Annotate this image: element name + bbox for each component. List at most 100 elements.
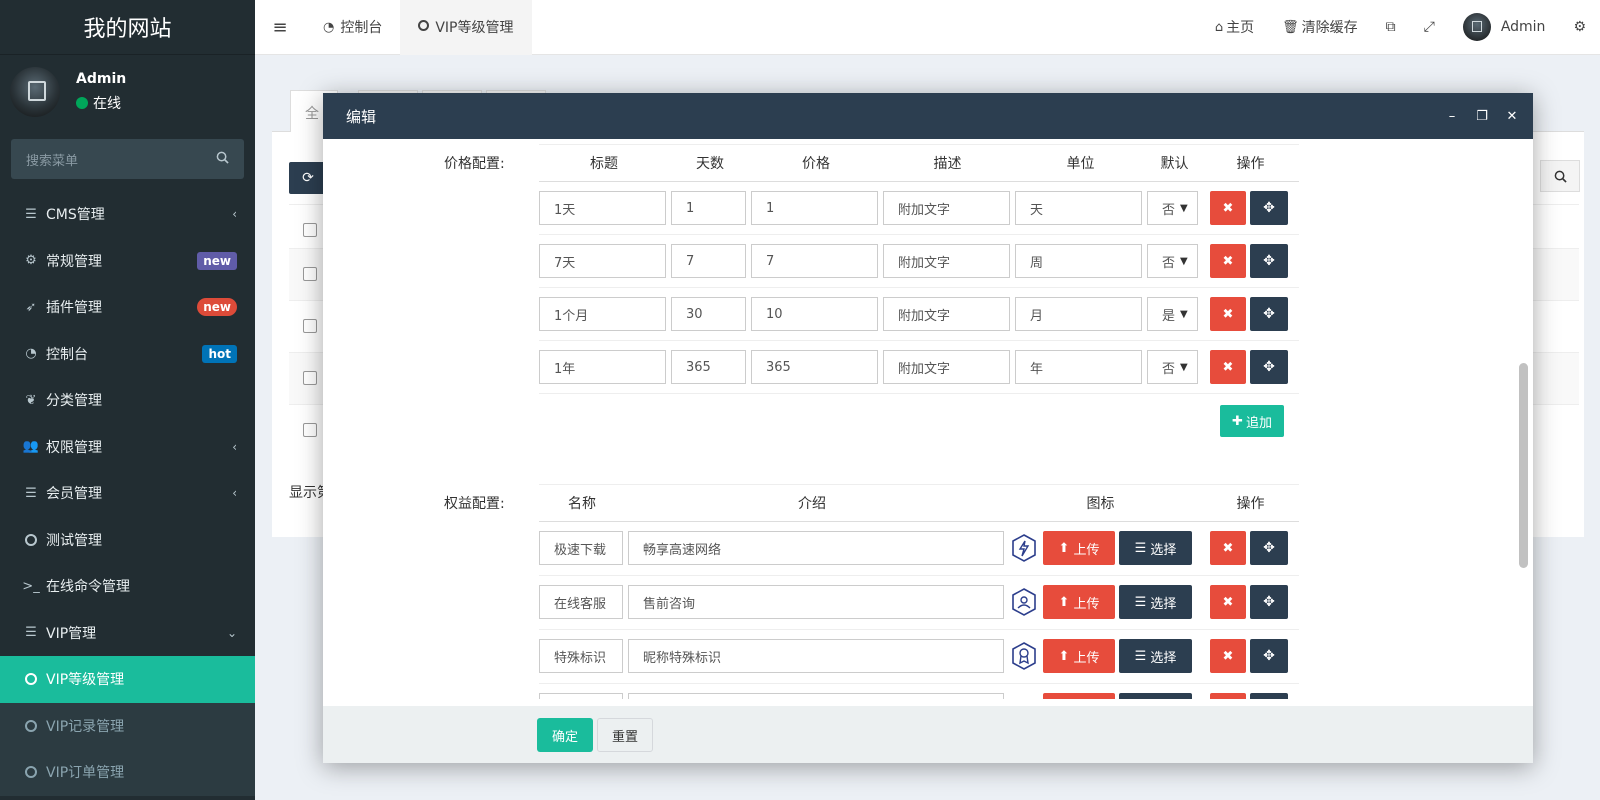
delete-row-button[interactable]: [1210, 693, 1246, 699]
price-desc-input[interactable]: 附加文字: [883, 191, 1010, 225]
upload-button[interactable]: ⬆ 上传: [1043, 585, 1115, 619]
benefit-name-input[interactable]: [539, 693, 623, 699]
sidebar-item-vip-orders[interactable]: VIP订单管理: [0, 749, 255, 796]
choose-button[interactable]: ☰ 选择: [1119, 585, 1192, 619]
confirm-button[interactable]: 确定: [537, 718, 593, 752]
benefit-name-input[interactable]: 极速下载: [539, 531, 623, 565]
drag-move-handle[interactable]: ✥: [1250, 531, 1288, 565]
checkbox[interactable]: [303, 371, 317, 385]
choose-button[interactable]: ☰ 选择: [1119, 531, 1192, 565]
price-title-input[interactable]: 1个月: [539, 297, 666, 331]
checkbox[interactable]: [303, 223, 317, 237]
price-days-input[interactable]: 30: [671, 297, 746, 331]
price-unit-input[interactable]: 天: [1015, 191, 1142, 225]
benefit-intro-input[interactable]: 畅享高速网络: [628, 531, 1004, 565]
sidebar-item-dashboard[interactable]: ◔ 控制台 hot: [0, 331, 255, 378]
sidebar-item-general[interactable]: ⚙ 常规管理 new: [0, 238, 255, 285]
sidebar-item-vip[interactable]: ☰ VIP管理 ⌄: [0, 610, 255, 657]
delete-row-button[interactable]: ✖: [1210, 297, 1246, 331]
benefit-intro-input[interactable]: 昵称特殊标识: [628, 639, 1004, 673]
price-desc-input[interactable]: 附加文字: [883, 244, 1010, 278]
delete-row-button[interactable]: ✖: [1210, 531, 1246, 565]
choose-button[interactable]: ☰ 选择: [1119, 639, 1192, 673]
price-desc-input[interactable]: 附加文字: [883, 350, 1010, 384]
price-price-input[interactable]: 1: [751, 191, 878, 225]
price-days-input[interactable]: 365: [671, 350, 746, 384]
fullscreen-icon[interactable]: ⤢: [1410, 19, 1449, 35]
benefit-intro-input[interactable]: 售前咨询: [628, 585, 1004, 619]
sidebar-item-vip-records[interactable]: VIP记录管理: [0, 702, 255, 749]
price-price-input[interactable]: 7: [751, 244, 878, 278]
modal-header[interactable]: 编辑 – ❐ ✕: [323, 93, 1533, 139]
scrollbar-thumb[interactable]: [1519, 363, 1528, 568]
drag-move-handle[interactable]: ✥: [1250, 585, 1288, 619]
clear-cache-button[interactable]: 🗑 清除缓存: [1268, 17, 1372, 37]
hamburger-menu-icon[interactable]: ≡: [255, 17, 305, 38]
choose-button[interactable]: [1119, 693, 1192, 699]
drag-move-handle[interactable]: ✥: [1250, 639, 1288, 673]
minimize-icon[interactable]: –: [1437, 109, 1467, 124]
price-title-input[interactable]: 1年: [539, 350, 666, 384]
home-link[interactable]: ⌂ 主页: [1201, 17, 1268, 37]
tab-dashboard[interactable]: ◔ 控制台: [305, 0, 400, 55]
translate-icon[interactable]: ⧉: [1372, 19, 1410, 35]
benefit-intro-input[interactable]: [628, 693, 1004, 699]
drag-move-handle[interactable]: ✥: [1250, 350, 1288, 384]
tab-label: VIP等级管理: [435, 20, 514, 36]
benefit-name-input[interactable]: 特殊标识: [539, 639, 623, 673]
add-price-row-button[interactable]: ✚ 追加: [1220, 405, 1284, 437]
close-icon[interactable]: ✕: [1497, 109, 1527, 124]
menu-search-input[interactable]: 搜索菜单: [11, 139, 244, 179]
refresh-button[interactable]: ⟳: [289, 162, 327, 194]
sidebar-item-command[interactable]: >_ 在线命令管理: [0, 563, 255, 610]
upload-button[interactable]: ⬆ 上传: [1043, 639, 1115, 673]
brand-logo[interactable]: 我的网站: [0, 0, 255, 55]
price-desc-input[interactable]: 附加文字: [883, 297, 1010, 331]
checkbox[interactable]: [303, 319, 317, 333]
upload-button[interactable]: ⬆ 上传: [1043, 531, 1115, 565]
price-default-select[interactable]: 否 ▼: [1147, 350, 1198, 384]
admin-menu[interactable]: Admin: [1449, 13, 1560, 41]
search-icon[interactable]: [216, 151, 229, 168]
checkbox[interactable]: [303, 423, 317, 437]
drag-move-handle[interactable]: [1250, 693, 1288, 699]
sidebar-item-vip-level[interactable]: VIP等级管理: [0, 656, 255, 703]
price-price-input[interactable]: 365: [751, 350, 878, 384]
drag-move-handle[interactable]: ✥: [1250, 244, 1288, 278]
checkbox[interactable]: [303, 267, 317, 281]
price-default-select[interactable]: 是 ▼: [1147, 297, 1198, 331]
choose-label: 选择: [1150, 542, 1177, 558]
price-unit-input[interactable]: 月: [1015, 297, 1142, 331]
sidebar-item-auth[interactable]: 👥 权限管理 ‹: [0, 424, 255, 471]
benefit-name-input[interactable]: 在线客服: [539, 585, 623, 619]
reset-button[interactable]: 重置: [597, 718, 653, 752]
maximize-icon[interactable]: ❐: [1467, 109, 1497, 124]
upload-button[interactable]: [1043, 693, 1115, 699]
price-days-input[interactable]: 7: [671, 244, 746, 278]
price-days-input[interactable]: 1: [671, 191, 746, 225]
drag-move-handle[interactable]: ✥: [1250, 191, 1288, 225]
delete-row-button[interactable]: ✖: [1210, 244, 1246, 278]
price-title-input[interactable]: 7天: [539, 244, 666, 278]
price-unit-input[interactable]: 年: [1015, 350, 1142, 384]
delete-row-button[interactable]: ✖: [1210, 350, 1246, 384]
price-price-input[interactable]: 10: [751, 297, 878, 331]
price-title-input[interactable]: 1天: [539, 191, 666, 225]
sidebar-item-plugins[interactable]: ➶ 插件管理 new: [0, 284, 255, 331]
price-default-select[interactable]: 否 ▼: [1147, 191, 1198, 225]
sidebar-item-cms[interactable]: ☰ CMS管理 ‹: [0, 191, 255, 238]
search-icon[interactable]: [1540, 160, 1580, 192]
delete-row-button[interactable]: ✖: [1210, 191, 1246, 225]
add-label: 追加: [1245, 415, 1272, 431]
drag-move-handle[interactable]: ✥: [1250, 297, 1288, 331]
tab-vip-level[interactable]: VIP等级管理: [400, 0, 532, 55]
sidebar-item-test[interactable]: 测试管理: [0, 517, 255, 564]
sidebar-item-members[interactable]: ☰ 会员管理 ‹: [0, 470, 255, 517]
price-unit-input[interactable]: 周: [1015, 244, 1142, 278]
sidebar-item-category[interactable]: ❦ 分类管理: [0, 377, 255, 424]
avatar: [10, 67, 60, 117]
settings-cogs-icon[interactable]: ⚙: [1559, 19, 1600, 35]
price-default-select[interactable]: 否 ▼: [1147, 244, 1198, 278]
delete-row-button[interactable]: ✖: [1210, 585, 1246, 619]
delete-row-button[interactable]: ✖: [1210, 639, 1246, 673]
